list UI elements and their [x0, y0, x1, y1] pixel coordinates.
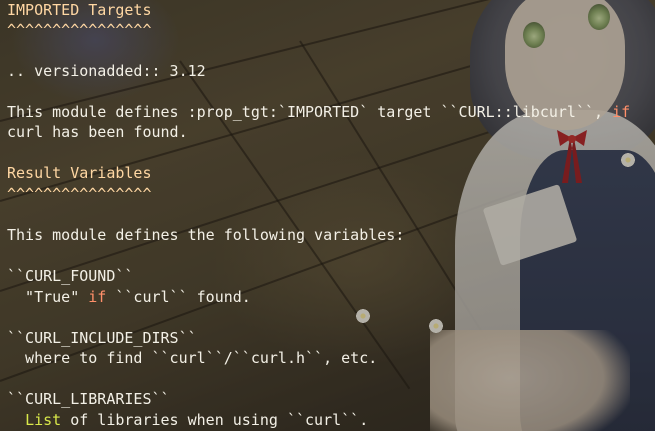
keyword-list: List	[25, 411, 62, 429]
text-line: IMPORTED Targets	[7, 1, 152, 19]
terminal-window[interactable]: IMPORTED Targets ^^^^^^^^^^^^^^^^ .. ver…	[0, 0, 655, 431]
terminal-text-area[interactable]: IMPORTED Targets ^^^^^^^^^^^^^^^^ .. ver…	[0, 0, 655, 431]
text-line: ^^^^^^^^^^^^^^^^	[7, 21, 152, 39]
text-line: "True" if ``curl`` found.	[7, 287, 251, 307]
text-line: .. versionadded:: 3.12	[7, 62, 206, 80]
text-line: Result Variables	[7, 164, 152, 182]
text-line: ``CURL_FOUND``	[7, 267, 134, 285]
text-line: This module defines the following variab…	[7, 226, 405, 244]
keyword-if: if	[88, 288, 107, 306]
text-segment: This module defines :prop_tgt:`IMPORTED`…	[7, 103, 613, 121]
text-line: ^^^^^^^^^^^^^^^^	[7, 185, 152, 203]
text-line: curl has been found.	[7, 123, 188, 141]
text-segment: of libraries when using ``curl``.	[61, 411, 369, 429]
text-line: ``CURL_LIBRARIES``	[7, 390, 170, 408]
text-line: This module defines :prop_tgt:`IMPORTED`…	[7, 102, 630, 122]
text-line: where to find ``curl``/``curl.h``, etc.	[7, 349, 378, 367]
text-segment	[7, 411, 25, 429]
text-segment: "True"	[7, 288, 89, 306]
keyword-if: if	[612, 103, 631, 121]
text-segment: ``curl`` found.	[106, 288, 251, 306]
text-line: ``CURL_INCLUDE_DIRS``	[7, 329, 197, 347]
text-line: List of libraries when using ``curl``.	[7, 410, 368, 430]
